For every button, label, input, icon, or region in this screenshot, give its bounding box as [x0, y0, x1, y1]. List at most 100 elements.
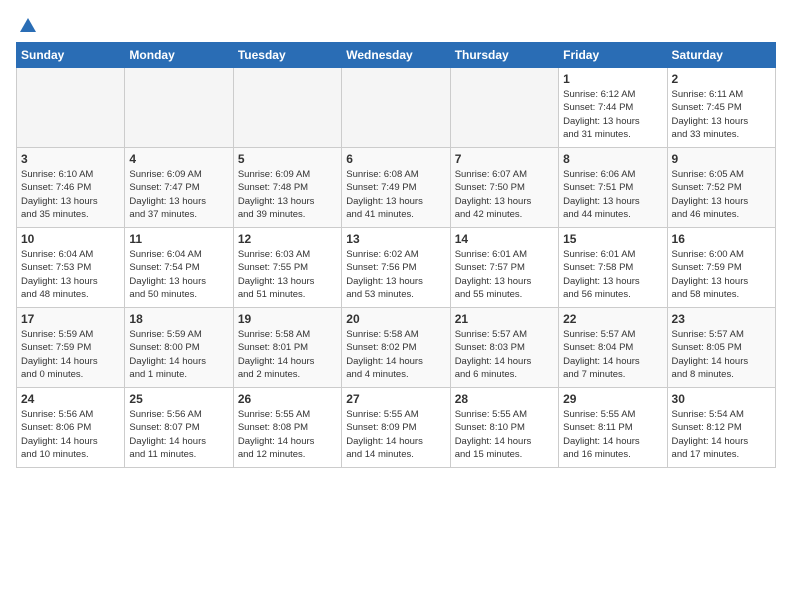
- day-info: Sunrise: 5:54 AM Sunset: 8:12 PM Dayligh…: [672, 408, 771, 461]
- calendar-cell: 15 Sunrise: 6:01 AM Sunset: 7:58 PM Dayli…: [559, 228, 667, 308]
- calendar-cell: 26 Sunrise: 5:55 AM Sunset: 8:08 PM Dayli…: [233, 388, 341, 468]
- calendar-cell: [17, 68, 125, 148]
- logo-icon: [18, 16, 38, 36]
- calendar-cell: 7 Sunrise: 6:07 AM Sunset: 7:50 PM Daylig…: [450, 148, 558, 228]
- calendar-cell: 29 Sunrise: 5:55 AM Sunset: 8:11 PM Dayli…: [559, 388, 667, 468]
- day-info: Sunrise: 5:55 AM Sunset: 8:09 PM Dayligh…: [346, 408, 445, 461]
- calendar-cell: 5 Sunrise: 6:09 AM Sunset: 7:48 PM Daylig…: [233, 148, 341, 228]
- day-number: 11: [129, 232, 228, 246]
- day-info: Sunrise: 6:10 AM Sunset: 7:46 PM Dayligh…: [21, 168, 120, 221]
- calendar-week-4: 17 Sunrise: 5:59 AM Sunset: 7:59 PM Dayli…: [17, 308, 776, 388]
- day-number: 23: [672, 312, 771, 326]
- calendar-cell: 16Sunrise: 6:00 AM Sunset: 7:59 PM Dayli…: [667, 228, 775, 308]
- day-number: 8: [563, 152, 662, 166]
- day-number: 14: [455, 232, 554, 246]
- day-number: 3: [21, 152, 120, 166]
- day-info: Sunrise: 5:57 AM Sunset: 8:04 PM Dayligh…: [563, 328, 662, 381]
- calendar-cell: 30Sunrise: 5:54 AM Sunset: 8:12 PM Dayli…: [667, 388, 775, 468]
- calendar-week-5: 24 Sunrise: 5:56 AM Sunset: 8:06 PM Dayli…: [17, 388, 776, 468]
- day-info: Sunrise: 6:07 AM Sunset: 7:50 PM Dayligh…: [455, 168, 554, 221]
- day-info: Sunrise: 6:03 AM Sunset: 7:55 PM Dayligh…: [238, 248, 337, 301]
- day-number: 21: [455, 312, 554, 326]
- day-number: 2: [672, 72, 771, 86]
- day-header-monday: Monday: [125, 43, 233, 68]
- calendar-cell: 17 Sunrise: 5:59 AM Sunset: 7:59 PM Dayli…: [17, 308, 125, 388]
- day-info: Sunrise: 6:01 AM Sunset: 7:57 PM Dayligh…: [455, 248, 554, 301]
- day-info: Sunrise: 5:57 AM Sunset: 8:05 PM Dayligh…: [672, 328, 771, 381]
- day-number: 5: [238, 152, 337, 166]
- calendar-cell: 18 Sunrise: 5:59 AM Sunset: 8:00 PM Dayli…: [125, 308, 233, 388]
- calendar-cell: 9 Sunrise: 6:05 AM Sunset: 7:52 PM Daylig…: [667, 148, 775, 228]
- calendar-week-3: 10Sunrise: 6:04 AM Sunset: 7:53 PM Dayli…: [17, 228, 776, 308]
- calendar-cell: [233, 68, 341, 148]
- day-info: Sunrise: 5:59 AM Sunset: 8:00 PM Dayligh…: [129, 328, 228, 381]
- calendar-cell: [125, 68, 233, 148]
- day-header-wednesday: Wednesday: [342, 43, 450, 68]
- day-info: Sunrise: 5:55 AM Sunset: 8:08 PM Dayligh…: [238, 408, 337, 461]
- day-info: Sunrise: 5:56 AM Sunset: 8:06 PM Dayligh…: [21, 408, 120, 461]
- calendar-cell: 10Sunrise: 6:04 AM Sunset: 7:53 PM Dayli…: [17, 228, 125, 308]
- day-number: 15: [563, 232, 662, 246]
- calendar-cell: 27Sunrise: 5:55 AM Sunset: 8:09 PM Dayli…: [342, 388, 450, 468]
- day-number: 9: [672, 152, 771, 166]
- calendar-week-2: 3 Sunrise: 6:10 AM Sunset: 7:46 PM Daylig…: [17, 148, 776, 228]
- day-number: 7: [455, 152, 554, 166]
- day-number: 26: [238, 392, 337, 406]
- calendar-body: 1 Sunrise: 6:12 AM Sunset: 7:44 PM Daylig…: [17, 68, 776, 468]
- calendar-cell: 1 Sunrise: 6:12 AM Sunset: 7:44 PM Daylig…: [559, 68, 667, 148]
- calendar-cell: 6Sunrise: 6:08 AM Sunset: 7:49 PM Daylig…: [342, 148, 450, 228]
- calendar-cell: 11 Sunrise: 6:04 AM Sunset: 7:54 PM Dayli…: [125, 228, 233, 308]
- day-info: Sunrise: 5:57 AM Sunset: 8:03 PM Dayligh…: [455, 328, 554, 381]
- day-info: Sunrise: 6:05 AM Sunset: 7:52 PM Dayligh…: [672, 168, 771, 221]
- day-info: Sunrise: 5:56 AM Sunset: 8:07 PM Dayligh…: [129, 408, 228, 461]
- calendar-cell: 3 Sunrise: 6:10 AM Sunset: 7:46 PM Daylig…: [17, 148, 125, 228]
- calendar-cell: 25Sunrise: 5:56 AM Sunset: 8:07 PM Dayli…: [125, 388, 233, 468]
- day-info: Sunrise: 6:04 AM Sunset: 7:53 PM Dayligh…: [21, 248, 120, 301]
- day-number: 17: [21, 312, 120, 326]
- day-header-friday: Friday: [559, 43, 667, 68]
- day-number: 24: [21, 392, 120, 406]
- day-number: 4: [129, 152, 228, 166]
- calendar-cell: 13Sunrise: 6:02 AM Sunset: 7:56 PM Dayli…: [342, 228, 450, 308]
- day-header-tuesday: Tuesday: [233, 43, 341, 68]
- calendar-week-1: 1 Sunrise: 6:12 AM Sunset: 7:44 PM Daylig…: [17, 68, 776, 148]
- calendar-cell: 23 Sunrise: 5:57 AM Sunset: 8:05 PM Dayli…: [667, 308, 775, 388]
- day-number: 1: [563, 72, 662, 86]
- calendar-cell: 28Sunrise: 5:55 AM Sunset: 8:10 PM Dayli…: [450, 388, 558, 468]
- calendar-cell: 21 Sunrise: 5:57 AM Sunset: 8:03 PM Dayli…: [450, 308, 558, 388]
- day-info: Sunrise: 6:11 AM Sunset: 7:45 PM Dayligh…: [672, 88, 771, 141]
- calendar-cell: [342, 68, 450, 148]
- calendar-cell: 14 Sunrise: 6:01 AM Sunset: 7:57 PM Dayli…: [450, 228, 558, 308]
- calendar-cell: 20 Sunrise: 5:58 AM Sunset: 8:02 PM Dayli…: [342, 308, 450, 388]
- day-number: 20: [346, 312, 445, 326]
- day-number: 12: [238, 232, 337, 246]
- day-info: Sunrise: 5:58 AM Sunset: 8:02 PM Dayligh…: [346, 328, 445, 381]
- page-header: [16, 16, 776, 34]
- day-info: Sunrise: 6:12 AM Sunset: 7:44 PM Dayligh…: [563, 88, 662, 141]
- day-header-thursday: Thursday: [450, 43, 558, 68]
- calendar-table: SundayMondayTuesdayWednesdayThursdayFrid…: [16, 42, 776, 468]
- day-info: Sunrise: 5:58 AM Sunset: 8:01 PM Dayligh…: [238, 328, 337, 381]
- calendar-cell: 24 Sunrise: 5:56 AM Sunset: 8:06 PM Dayli…: [17, 388, 125, 468]
- day-info: Sunrise: 5:55 AM Sunset: 8:10 PM Dayligh…: [455, 408, 554, 461]
- day-number: 19: [238, 312, 337, 326]
- calendar-cell: 4Sunrise: 6:09 AM Sunset: 7:47 PM Daylig…: [125, 148, 233, 228]
- day-info: Sunrise: 5:59 AM Sunset: 7:59 PM Dayligh…: [21, 328, 120, 381]
- day-header-saturday: Saturday: [667, 43, 775, 68]
- logo: [16, 16, 38, 34]
- calendar-cell: 8 Sunrise: 6:06 AM Sunset: 7:51 PM Daylig…: [559, 148, 667, 228]
- calendar-cell: 22Sunrise: 5:57 AM Sunset: 8:04 PM Dayli…: [559, 308, 667, 388]
- calendar-cell: [450, 68, 558, 148]
- calendar-cell: 12 Sunrise: 6:03 AM Sunset: 7:55 PM Dayli…: [233, 228, 341, 308]
- day-info: Sunrise: 6:01 AM Sunset: 7:58 PM Dayligh…: [563, 248, 662, 301]
- day-info: Sunrise: 6:09 AM Sunset: 7:48 PM Dayligh…: [238, 168, 337, 221]
- day-info: Sunrise: 6:02 AM Sunset: 7:56 PM Dayligh…: [346, 248, 445, 301]
- day-number: 6: [346, 152, 445, 166]
- day-info: Sunrise: 5:55 AM Sunset: 8:11 PM Dayligh…: [563, 408, 662, 461]
- day-info: Sunrise: 6:04 AM Sunset: 7:54 PM Dayligh…: [129, 248, 228, 301]
- day-info: Sunrise: 6:06 AM Sunset: 7:51 PM Dayligh…: [563, 168, 662, 221]
- day-number: 18: [129, 312, 228, 326]
- day-number: 16: [672, 232, 771, 246]
- calendar-cell: 2 Sunrise: 6:11 AM Sunset: 7:45 PM Daylig…: [667, 68, 775, 148]
- day-number: 29: [563, 392, 662, 406]
